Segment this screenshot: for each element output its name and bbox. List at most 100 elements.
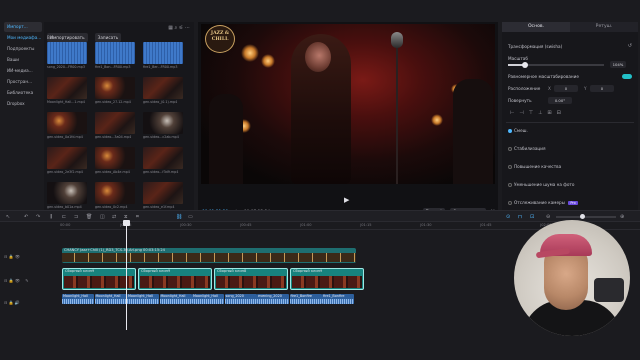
audio-clip[interactable]: evening_2020: [257, 294, 289, 304]
more-icon[interactable]: ⋯: [185, 25, 190, 31]
sidebar-item-yours[interactable]: Ваши: [4, 55, 42, 65]
align-icons[interactable]: ⊢⊣⊤⊥⊞⊟: [510, 110, 566, 116]
media-thumbnail[interactable]: gen-video_0c2.mp4: [95, 182, 135, 212]
sidebar-item-subprojects[interactable]: Подпроекты: [4, 44, 42, 54]
media-thumbnail[interactable]: fire1_Bon...FR00.mp3: [95, 42, 135, 72]
media-thumbnail[interactable]: gen-video_(0.1).mp4: [143, 77, 183, 107]
play-icon[interactable]: ▶: [344, 196, 349, 204]
sidebar-item-import[interactable]: Импорт...: [4, 22, 42, 32]
media-thumbnail[interactable]: song_2020...FR00.mp3: [47, 42, 87, 72]
media-thumbnail[interactable]: gen-video_Ab4e.mp4: [95, 147, 135, 177]
redo-icon[interactable]: ↷: [36, 214, 40, 220]
video-clip[interactable]: Сборный клип9: [138, 268, 212, 290]
video-track-controls[interactable]: ⊟ 🔒 👁 ✎: [4, 278, 29, 283]
sidebar-item-dropbox[interactable]: Dropbox: [4, 99, 42, 109]
uniform-scale-toggle[interactable]: [622, 74, 632, 79]
playhead[interactable]: [126, 222, 127, 330]
media-thumbnail[interactable]: gen-video...3a04.mp4: [95, 112, 135, 142]
enhance-option[interactable]: Повышение качества: [508, 164, 561, 169]
media-thumbnail-caption: gen-video_b01a.mp4: [47, 205, 82, 209]
audio-clip[interactable]: fire1_Bonfire: [289, 294, 322, 304]
freeze-icon[interactable]: ◫: [100, 214, 105, 220]
audio-clip[interactable]: Moonlight_Hall: [192, 294, 224, 304]
media-thumbnail[interactable]: gen-video_27.12.mp4: [95, 77, 135, 107]
sidebar-item-ai-media[interactable]: ИИ-медиа...: [4, 66, 42, 76]
ruler-tick: |00:45: [240, 223, 252, 227]
audio-clip[interactable]: Moonlight_Hall: [62, 294, 94, 304]
camera-track-option[interactable]: Отслеживание камеры Pro: [508, 200, 578, 205]
audio-clip[interactable]: Moonlight_Hall: [94, 294, 127, 304]
scale-slider[interactable]: [508, 62, 604, 68]
media-thumbnail[interactable]: gen-video...c2ab.mp4: [143, 112, 183, 142]
media-thumbnail[interactable]: gen-video_2e3f2.mp4: [47, 147, 87, 177]
zoom-out-icon[interactable]: ⊖: [546, 214, 550, 220]
split-icon[interactable]: ⫼: [50, 214, 52, 220]
ruler-tick: 00:00: [60, 223, 71, 227]
select-tool-icon[interactable]: ↖: [6, 214, 10, 220]
overlay-clip[interactable]: CHANCY Jazz+Chill (1)_RD3_TCS.30.Ari.png…: [62, 248, 356, 263]
sidebar-item-spaces[interactable]: Простран...: [4, 77, 42, 87]
link-icon[interactable]: ⛓: [176, 214, 182, 220]
position-label: Расположение: [508, 86, 541, 91]
record-button[interactable]: Записать: [94, 33, 122, 42]
screen-icon[interactable]: ▭: [188, 214, 193, 220]
grid-view-icon[interactable]: ▦: [168, 25, 173, 31]
zoom-slider[interactable]: [556, 214, 616, 219]
filter-all-label[interactable]: Все: [47, 35, 54, 40]
search-icon[interactable]: ⌕: [175, 25, 178, 31]
media-thumbnail[interactable]: gen-video_b01a.mp4: [47, 182, 87, 212]
rotate-field[interactable]: 0.00°: [548, 97, 572, 104]
magnet-icon[interactable]: ⊓: [518, 214, 522, 220]
reset-icon[interactable]: ↺: [628, 43, 632, 49]
media-thumbnail-caption: gen-video_2e3f2.mp4: [47, 170, 83, 174]
audio-track-controls[interactable]: ⊟ 🔒 🔊: [4, 300, 20, 305]
preview-axis-icon[interactable]: ⊡: [530, 214, 534, 220]
scale-value[interactable]: 104%: [610, 61, 626, 68]
pos-x-field[interactable]: 0: [554, 85, 578, 92]
reverse-icon[interactable]: ⇄: [112, 214, 116, 220]
ruler-tick: |00:30: [180, 223, 192, 227]
media-thumbnail-image: [95, 77, 135, 99]
audio-clip[interactable]: fire1_Bonfire: [322, 294, 354, 304]
singer-face: [305, 42, 331, 72]
tab-basic[interactable]: Основ.: [502, 22, 570, 32]
crop-icon[interactable]: ⌗: [136, 214, 139, 220]
undo-icon[interactable]: ↶: [24, 214, 28, 220]
media-thumbnail-image: [143, 112, 183, 134]
media-thumbnail[interactable]: gen-video_e1f.mp4: [143, 182, 183, 212]
video-editor-window: Импорт... Мои медиафа... Подпроекты Ваши…: [0, 0, 640, 360]
tab-retouch[interactable]: Ретуш.: [570, 22, 638, 32]
audio-clip[interactable]: song_2020: [224, 294, 257, 304]
media-thumbnail[interactable]: Moonlight_Hall...1.mp4: [47, 77, 87, 107]
audio-clip[interactable]: Moonlight_Hall: [159, 294, 192, 304]
zoom-in-icon[interactable]: ⊕: [620, 214, 624, 220]
media-thumbnail[interactable]: gen-video_0a1fd.mp4: [47, 112, 87, 142]
split-right-icon[interactable]: ⊐: [74, 214, 78, 220]
sidebar-item-library[interactable]: Библиотека: [4, 88, 42, 98]
overlay-track-controls[interactable]: ⊟ 🔒 👁: [4, 254, 20, 259]
media-thumbnail[interactable]: gen-video...f3d9.mp4: [143, 147, 183, 177]
video-clip[interactable]: Сборный клип9: [290, 268, 364, 290]
stabilize-option[interactable]: Стабилизация: [508, 146, 546, 151]
pro-badge: Pro: [568, 201, 578, 205]
video-clip[interactable]: Сборный клип8: [214, 268, 288, 290]
blend-section[interactable]: Смеш.: [508, 128, 528, 133]
video-clip[interactable]: Сборный клип9: [62, 268, 136, 290]
ruler-tick: |01:00: [300, 223, 312, 227]
delete-icon[interactable]: 🗑: [86, 214, 92, 220]
cover-label[interactable]: ✎: [25, 278, 28, 283]
snap-icon[interactable]: ⊙: [506, 214, 510, 220]
video-clip-frames: [140, 276, 210, 288]
pos-y-field[interactable]: 0: [590, 85, 614, 92]
sidebar-item-my-media[interactable]: Мои медиафа...: [4, 33, 42, 43]
denoise-option[interactable]: Уменьшение шума на фото: [508, 182, 574, 187]
media-thumbnail-caption: fire1_Ber...FR00.mp3: [143, 65, 178, 69]
microphone: [391, 32, 403, 48]
split-left-icon[interactable]: ⊏: [62, 214, 66, 220]
playhead-handle[interactable]: [123, 220, 130, 226]
filter-icon[interactable]: ⚟: [179, 25, 183, 31]
video-clip-label: Сборный клип9: [141, 269, 171, 273]
audio-clip[interactable]: Moonlight_Hall: [127, 294, 159, 304]
media-thumbnail-image: [47, 147, 87, 169]
media-thumbnail[interactable]: fire1_Ber...FR00.mp3: [143, 42, 183, 72]
